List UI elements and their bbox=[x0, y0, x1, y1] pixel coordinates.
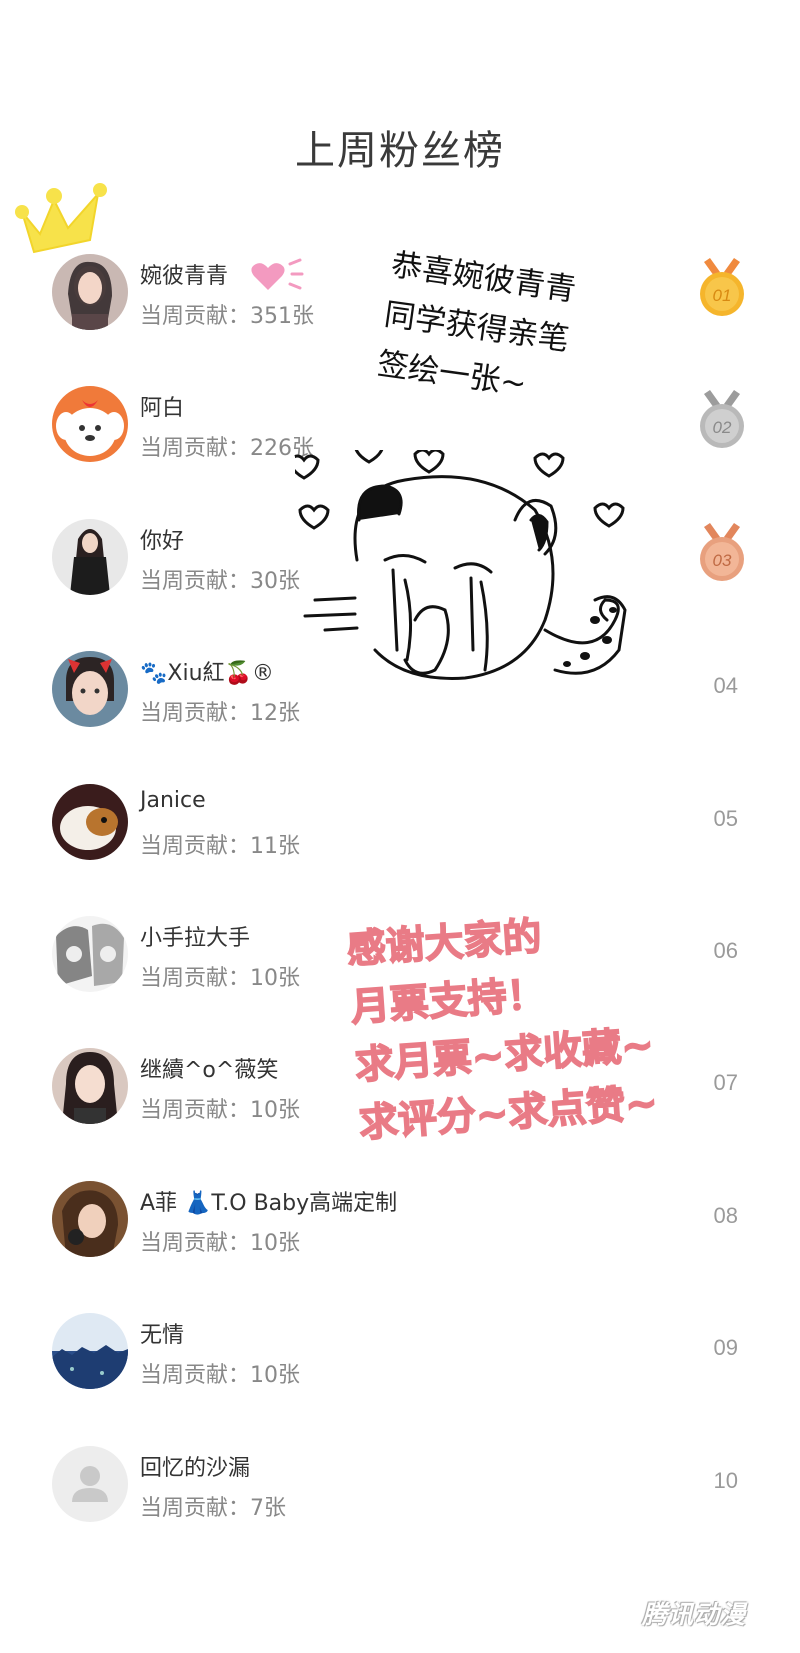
fan-contribution: 当周贡献：12张 bbox=[140, 701, 300, 726]
avatar bbox=[52, 386, 128, 462]
avatar bbox=[52, 1048, 128, 1124]
svg-text:02: 02 bbox=[713, 418, 732, 437]
rank-number: 09 bbox=[713, 1335, 738, 1360]
heart-decoration-icon bbox=[251, 258, 304, 290]
fan-name: 回忆的沙漏 bbox=[140, 1456, 251, 1481]
svg-text:01: 01 bbox=[713, 286, 732, 305]
fan-name: Janice bbox=[140, 788, 206, 813]
fan-name: 你好 bbox=[140, 529, 185, 554]
fan-contribution: 当周贡献：10张 bbox=[140, 966, 300, 991]
watermark-logo: 腾讯动漫 bbox=[642, 1600, 747, 1629]
avatar bbox=[52, 651, 128, 727]
rank-number: 07 bbox=[713, 1070, 738, 1095]
fan-contribution: 当周贡献：11张 bbox=[140, 834, 300, 859]
avatar bbox=[52, 1181, 128, 1257]
avatar bbox=[52, 784, 128, 860]
svg-text:03: 03 bbox=[713, 551, 732, 570]
fan-contribution: 当周贡献：7张 bbox=[140, 1496, 286, 1521]
fan-contribution: 当周贡献：30张 bbox=[140, 569, 300, 594]
avatar bbox=[52, 1313, 128, 1389]
list-item[interactable]: A菲 👗T.O Baby高端定制 当周贡献：10张 08 bbox=[0, 1181, 800, 1311]
fan-name: A菲 👗T.O Baby高端定制 bbox=[140, 1191, 398, 1216]
fan-contribution: 当周贡献：351张 bbox=[140, 304, 314, 329]
rank-number: 05 bbox=[713, 806, 738, 831]
avatar bbox=[52, 519, 128, 595]
rank-number: 06 bbox=[713, 938, 738, 963]
rank-number: 04 bbox=[713, 673, 738, 698]
fan-contribution: 当周贡献：10张 bbox=[140, 1231, 300, 1256]
thanks-note: 感谢大家的 月票支持！ 求月票~求收藏~ 求评分~求点赞~ bbox=[345, 898, 700, 1153]
crying-cat-illustration bbox=[295, 450, 627, 680]
crown-icon bbox=[15, 183, 107, 254]
list-item[interactable]: 回忆的沙漏 当周贡献：7张 10 bbox=[0, 1446, 800, 1576]
rank-number: 10 bbox=[713, 1468, 738, 1493]
fan-name: 🐾Xiu紅🍒® bbox=[140, 661, 274, 686]
fan-contribution: 当周贡献：226张 bbox=[140, 436, 314, 461]
fan-name: 无情 bbox=[140, 1323, 185, 1348]
avatar bbox=[52, 254, 128, 330]
fan-contribution: 当周贡献：10张 bbox=[140, 1098, 300, 1123]
fan-name: 小手拉大手 bbox=[140, 926, 251, 951]
bronze-medal-icon: 03 bbox=[700, 523, 744, 581]
fan-name: 婉彼青青 bbox=[140, 264, 229, 289]
list-item[interactable]: 无情 当周贡献：10张 09 bbox=[0, 1313, 800, 1443]
avatar bbox=[52, 916, 128, 992]
fan-contribution: 当周贡献：10张 bbox=[140, 1363, 300, 1388]
silver-medal-icon: 02 bbox=[700, 390, 744, 448]
fan-name: 继續^o^薇笑 bbox=[140, 1058, 279, 1083]
page-title: 上周粉丝榜 bbox=[295, 128, 505, 174]
default-avatar-icon bbox=[52, 1446, 128, 1522]
rank-number: 08 bbox=[713, 1203, 738, 1228]
fan-name: 阿白 bbox=[140, 396, 185, 421]
list-item[interactable]: Janice 当周贡献：11张 05 bbox=[0, 784, 800, 914]
gold-medal-icon: 01 bbox=[700, 258, 744, 316]
